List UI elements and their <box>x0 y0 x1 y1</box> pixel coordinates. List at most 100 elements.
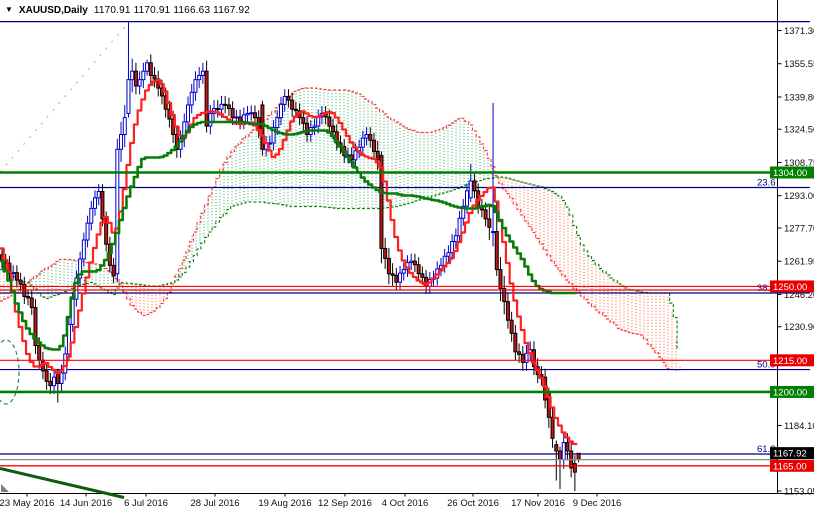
bear-candle[interactable] <box>48 380 53 387</box>
bull-candle[interactable] <box>468 180 473 199</box>
bear-candle[interactable] <box>26 296 31 299</box>
bear-candle[interactable] <box>327 116 332 127</box>
bear-candle[interactable] <box>420 273 425 278</box>
bull-candle[interactable] <box>279 103 283 119</box>
bull-candle[interactable] <box>85 222 90 241</box>
bull-candle[interactable] <box>137 79 142 87</box>
bull-candle[interactable] <box>200 70 205 76</box>
bear-candle[interactable] <box>55 372 60 385</box>
bear-candle[interactable] <box>383 247 388 259</box>
bear-candle[interactable] <box>29 297 34 309</box>
bull-candle[interactable] <box>126 79 131 114</box>
bull-candle[interactable] <box>401 269 406 274</box>
bear-candle[interactable] <box>520 353 525 363</box>
bear-candle[interactable] <box>483 209 488 220</box>
bear-candle[interactable] <box>44 370 49 382</box>
bear-candle[interactable] <box>111 264 116 277</box>
bear-candle[interactable] <box>412 260 417 266</box>
bull-candle[interactable] <box>197 74 202 81</box>
bull-candle[interactable] <box>465 190 469 207</box>
bull-candle[interactable] <box>141 70 146 81</box>
bear-candle[interactable] <box>576 452 581 461</box>
bear-candle[interactable] <box>505 301 510 321</box>
bull-candle[interactable] <box>234 116 239 119</box>
bear-candle[interactable] <box>223 103 228 106</box>
bear-candle[interactable] <box>517 351 522 355</box>
bear-candle[interactable] <box>230 108 235 119</box>
bear-candle[interactable] <box>368 134 373 141</box>
bull-candle[interactable] <box>96 190 101 199</box>
bear-candle[interactable] <box>498 269 503 290</box>
bull-candle[interactable] <box>524 352 529 363</box>
bull-candle[interactable] <box>81 239 86 260</box>
bear-candle[interactable] <box>487 218 492 228</box>
bear-candle[interactable] <box>331 125 336 133</box>
bear-candle[interactable] <box>37 345 42 361</box>
bull-candle[interactable] <box>52 376 57 387</box>
bull-candle[interactable] <box>316 116 321 127</box>
bear-candle[interactable] <box>252 112 257 119</box>
bull-candle[interactable] <box>119 134 124 150</box>
bear-candle[interactable] <box>14 272 19 281</box>
bear-candle[interactable] <box>133 70 138 87</box>
bear-candle[interactable] <box>290 99 295 110</box>
bull-candle[interactable] <box>59 372 64 385</box>
bear-candle[interactable] <box>152 74 157 80</box>
bull-candle[interactable] <box>89 207 94 224</box>
price-chart[interactable]: 0.023.638.250.061.81371.30 1355.55 1339.80… <box>0 0 814 514</box>
bear-candle[interactable] <box>301 117 306 124</box>
bear-candle[interactable] <box>394 274 399 283</box>
bear-candle[interactable] <box>286 96 291 101</box>
bear-candle[interactable] <box>293 108 298 112</box>
bear-candle[interactable] <box>100 190 105 220</box>
bull-candle[interactable] <box>446 252 451 257</box>
bear-candle[interactable] <box>509 319 514 334</box>
price-badge-label: 1215.00 <box>773 356 807 367</box>
time-tick-label: 12 Sep 2016 <box>318 498 372 509</box>
bull-candle[interactable] <box>122 117 127 136</box>
bull-candle[interactable] <box>245 112 250 116</box>
bull-candle[interactable] <box>364 134 369 139</box>
bear-candle[interactable] <box>148 62 153 76</box>
bull-candle[interactable] <box>93 197 97 209</box>
bull-candle[interactable] <box>561 442 566 460</box>
bear-candle[interactable] <box>372 139 376 152</box>
price-badge-label: 1167.92 <box>773 449 807 460</box>
bear-candle[interactable] <box>18 279 23 285</box>
price-tick-label: 1230.90 <box>784 322 814 333</box>
bull-candle[interactable] <box>360 137 365 148</box>
price-tick-label: 1371.30 <box>784 26 814 37</box>
bull-candle[interactable] <box>193 79 198 93</box>
symbol-menu-icon[interactable]: ▼ <box>5 5 13 15</box>
bear-candle[interactable] <box>472 180 477 192</box>
bull-candle[interactable] <box>145 62 150 72</box>
bull-candle[interactable] <box>453 235 458 242</box>
bear-candle[interactable] <box>226 104 231 110</box>
bear-candle[interactable] <box>494 231 499 271</box>
bear-candle[interactable] <box>558 450 562 460</box>
bull-candle[interactable] <box>130 70 135 81</box>
bull-candle[interactable] <box>275 117 280 129</box>
bear-candle[interactable] <box>550 416 555 439</box>
bear-candle[interactable] <box>390 273 395 276</box>
bull-candle[interactable] <box>208 112 213 127</box>
bear-candle[interactable] <box>416 264 421 275</box>
bear-candle[interactable] <box>554 444 559 452</box>
bear-candle[interactable] <box>565 442 570 452</box>
bear-candle[interactable] <box>513 332 518 353</box>
bear-candle[interactable] <box>215 108 220 111</box>
bull-candle[interactable] <box>282 96 287 105</box>
bull-candle[interactable] <box>186 104 190 123</box>
bear-candle[interactable] <box>386 257 391 275</box>
bull-candle[interactable] <box>398 272 403 283</box>
bull-candle[interactable] <box>189 91 194 106</box>
bull-candle[interactable] <box>409 260 414 264</box>
bull-candle[interactable] <box>219 103 224 110</box>
fibonacci-levels[interactable]: 0.023.638.250.061.8 <box>0 12 810 455</box>
ellipse-object[interactable] <box>0 339 20 405</box>
bull-candle[interactable] <box>249 112 254 115</box>
bear-candle[interactable] <box>572 463 577 473</box>
bull-candle[interactable] <box>491 231 496 234</box>
bear-candle[interactable] <box>204 70 209 127</box>
bull-candle[interactable] <box>312 125 317 129</box>
